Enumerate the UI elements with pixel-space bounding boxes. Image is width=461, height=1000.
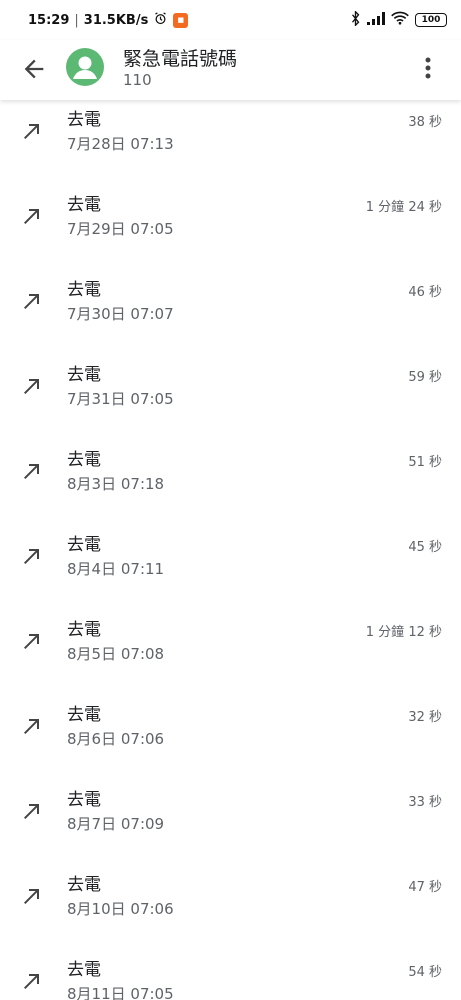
call-type: 去電	[67, 195, 101, 215]
call-history-row[interactable]: 去電 8月4日 07:11 45 秒	[0, 530, 461, 615]
outgoing-call-icon	[20, 884, 44, 908]
call-type: 去電	[67, 450, 101, 470]
app-header: 緊急電話號碼 110	[0, 40, 461, 100]
call-type: 去電	[67, 960, 101, 980]
call-duration: 1 分鐘 24 秒	[365, 200, 442, 215]
outgoing-call-icon	[20, 544, 44, 568]
call-time: 8月11日 07:05	[67, 985, 174, 1000]
status-left: 15:29 | 31.5KB/s ■	[28, 11, 189, 30]
wifi-icon	[391, 11, 409, 29]
call-duration: 1 分鐘 12 秒	[365, 625, 442, 640]
call-type: 去電	[67, 790, 101, 810]
call-history-row[interactable]: 去電 7月28日 07:13 38 秒	[0, 105, 461, 190]
call-time: 8月7日 07:09	[67, 815, 165, 833]
call-time: 8月10日 07:06	[67, 900, 174, 918]
signal-icon	[367, 11, 385, 29]
call-history-row[interactable]: 去電 8月6日 07:06 32 秒	[0, 700, 461, 785]
outgoing-call-icon	[20, 289, 44, 313]
status-bar: 15:29 | 31.5KB/s ■ 100	[0, 0, 461, 40]
call-history-row[interactable]: 去電 8月7日 07:09 33 秒	[0, 785, 461, 870]
call-time: 7月31日 07:05	[67, 390, 174, 408]
call-history-row[interactable]: 去電 7月31日 07:05 59 秒	[0, 360, 461, 445]
call-duration: 59 秒	[408, 370, 442, 385]
call-duration: 33 秒	[408, 795, 442, 810]
contact-name: 緊急電話號碼	[123, 48, 238, 70]
outgoing-call-icon	[20, 629, 44, 653]
call-time: 7月28日 07:13	[67, 135, 174, 153]
battery-indicator: 100	[415, 13, 447, 27]
call-history-list: 去電 7月28日 07:13 38 秒 去電 7月29日 07:05 1 分鐘 …	[0, 100, 461, 1000]
call-duration: 47 秒	[408, 880, 442, 895]
call-duration: 51 秒	[408, 455, 442, 470]
call-type: 去電	[67, 620, 101, 640]
more-options-icon[interactable]	[420, 54, 436, 82]
status-right: 100	[350, 9, 447, 30]
outgoing-call-icon	[20, 969, 44, 993]
app-notification-icon: ■	[173, 12, 189, 28]
call-history-row[interactable]: 去電 7月29日 07:05 1 分鐘 24 秒	[0, 190, 461, 275]
call-duration: 32 秒	[408, 710, 442, 725]
call-time: 8月5日 07:08	[67, 645, 165, 663]
bluetooth-icon	[350, 9, 361, 30]
call-duration: 45 秒	[408, 540, 442, 555]
call-time: 8月3日 07:18	[67, 475, 165, 493]
network-speed: 31.5KB/s	[83, 12, 149, 28]
call-history-row[interactable]: 去電 8月11日 07:05 54 秒	[0, 955, 461, 1000]
call-type: 去電	[67, 110, 101, 130]
outgoing-call-icon	[20, 204, 44, 228]
call-history-row[interactable]: 去電 8月5日 07:08 1 分鐘 12 秒	[0, 615, 461, 700]
call-type: 去電	[67, 365, 101, 385]
call-type: 去電	[67, 280, 101, 300]
call-time: 7月29日 07:05	[67, 220, 174, 238]
outgoing-call-icon	[20, 119, 44, 143]
outgoing-call-icon	[20, 459, 44, 483]
call-history-row[interactable]: 去電 8月3日 07:18 51 秒	[0, 445, 461, 530]
call-duration: 38 秒	[408, 115, 442, 130]
back-arrow-icon[interactable]	[20, 55, 48, 83]
alarm-icon	[153, 11, 168, 30]
contact-avatar[interactable]	[66, 48, 104, 86]
call-time: 8月4日 07:11	[67, 560, 165, 578]
call-type: 去電	[67, 705, 101, 725]
status-time: 15:29	[28, 12, 70, 28]
call-time: 7月30日 07:07	[67, 305, 174, 323]
call-duration: 46 秒	[408, 285, 442, 300]
call-type: 去電	[67, 535, 101, 555]
outgoing-call-icon	[20, 799, 44, 823]
call-history-row[interactable]: 去電 7月30日 07:07 46 秒	[0, 275, 461, 360]
call-history-row[interactable]: 去電 8月10日 07:06 47 秒	[0, 870, 461, 955]
call-time: 8月6日 07:06	[67, 730, 165, 748]
call-type: 去電	[67, 875, 101, 895]
contact-number: 110	[123, 71, 152, 89]
outgoing-call-icon	[20, 374, 44, 398]
outgoing-call-icon	[20, 714, 44, 738]
call-duration: 54 秒	[408, 965, 442, 980]
status-divider: |	[74, 12, 79, 28]
